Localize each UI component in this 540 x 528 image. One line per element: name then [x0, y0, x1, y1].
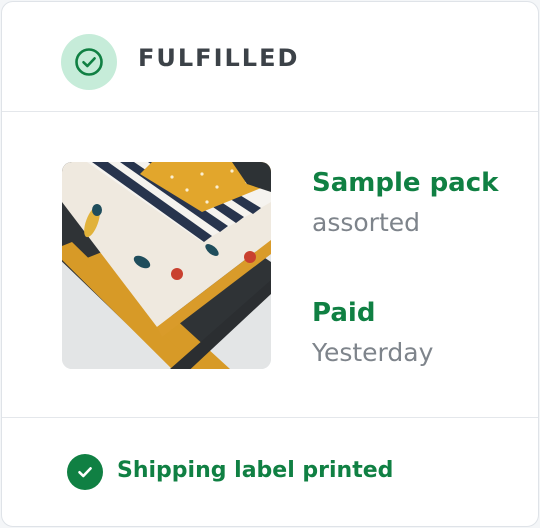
order-details: Sample pack assorted Paid Yesterday — [2, 112, 538, 418]
card-header: FULFILLED — [2, 2, 538, 112]
product-title[interactable]: Sample pack — [312, 168, 498, 198]
product-subtitle: assorted — [312, 208, 420, 237]
product-image[interactable] — [62, 162, 271, 369]
check-circle-filled-icon — [67, 454, 103, 490]
check-circle-icon — [61, 34, 117, 90]
payment-date: Yesterday — [312, 338, 434, 367]
status-label: FULFILLED — [138, 44, 300, 72]
payment-status: Paid — [312, 298, 376, 328]
fulfillment-card: FULFILLED Sample pack assorted Paid Yest… — [1, 1, 539, 527]
shipping-label-status: Shipping label printed — [117, 458, 394, 483]
card-footer: Shipping label printed — [2, 418, 538, 526]
